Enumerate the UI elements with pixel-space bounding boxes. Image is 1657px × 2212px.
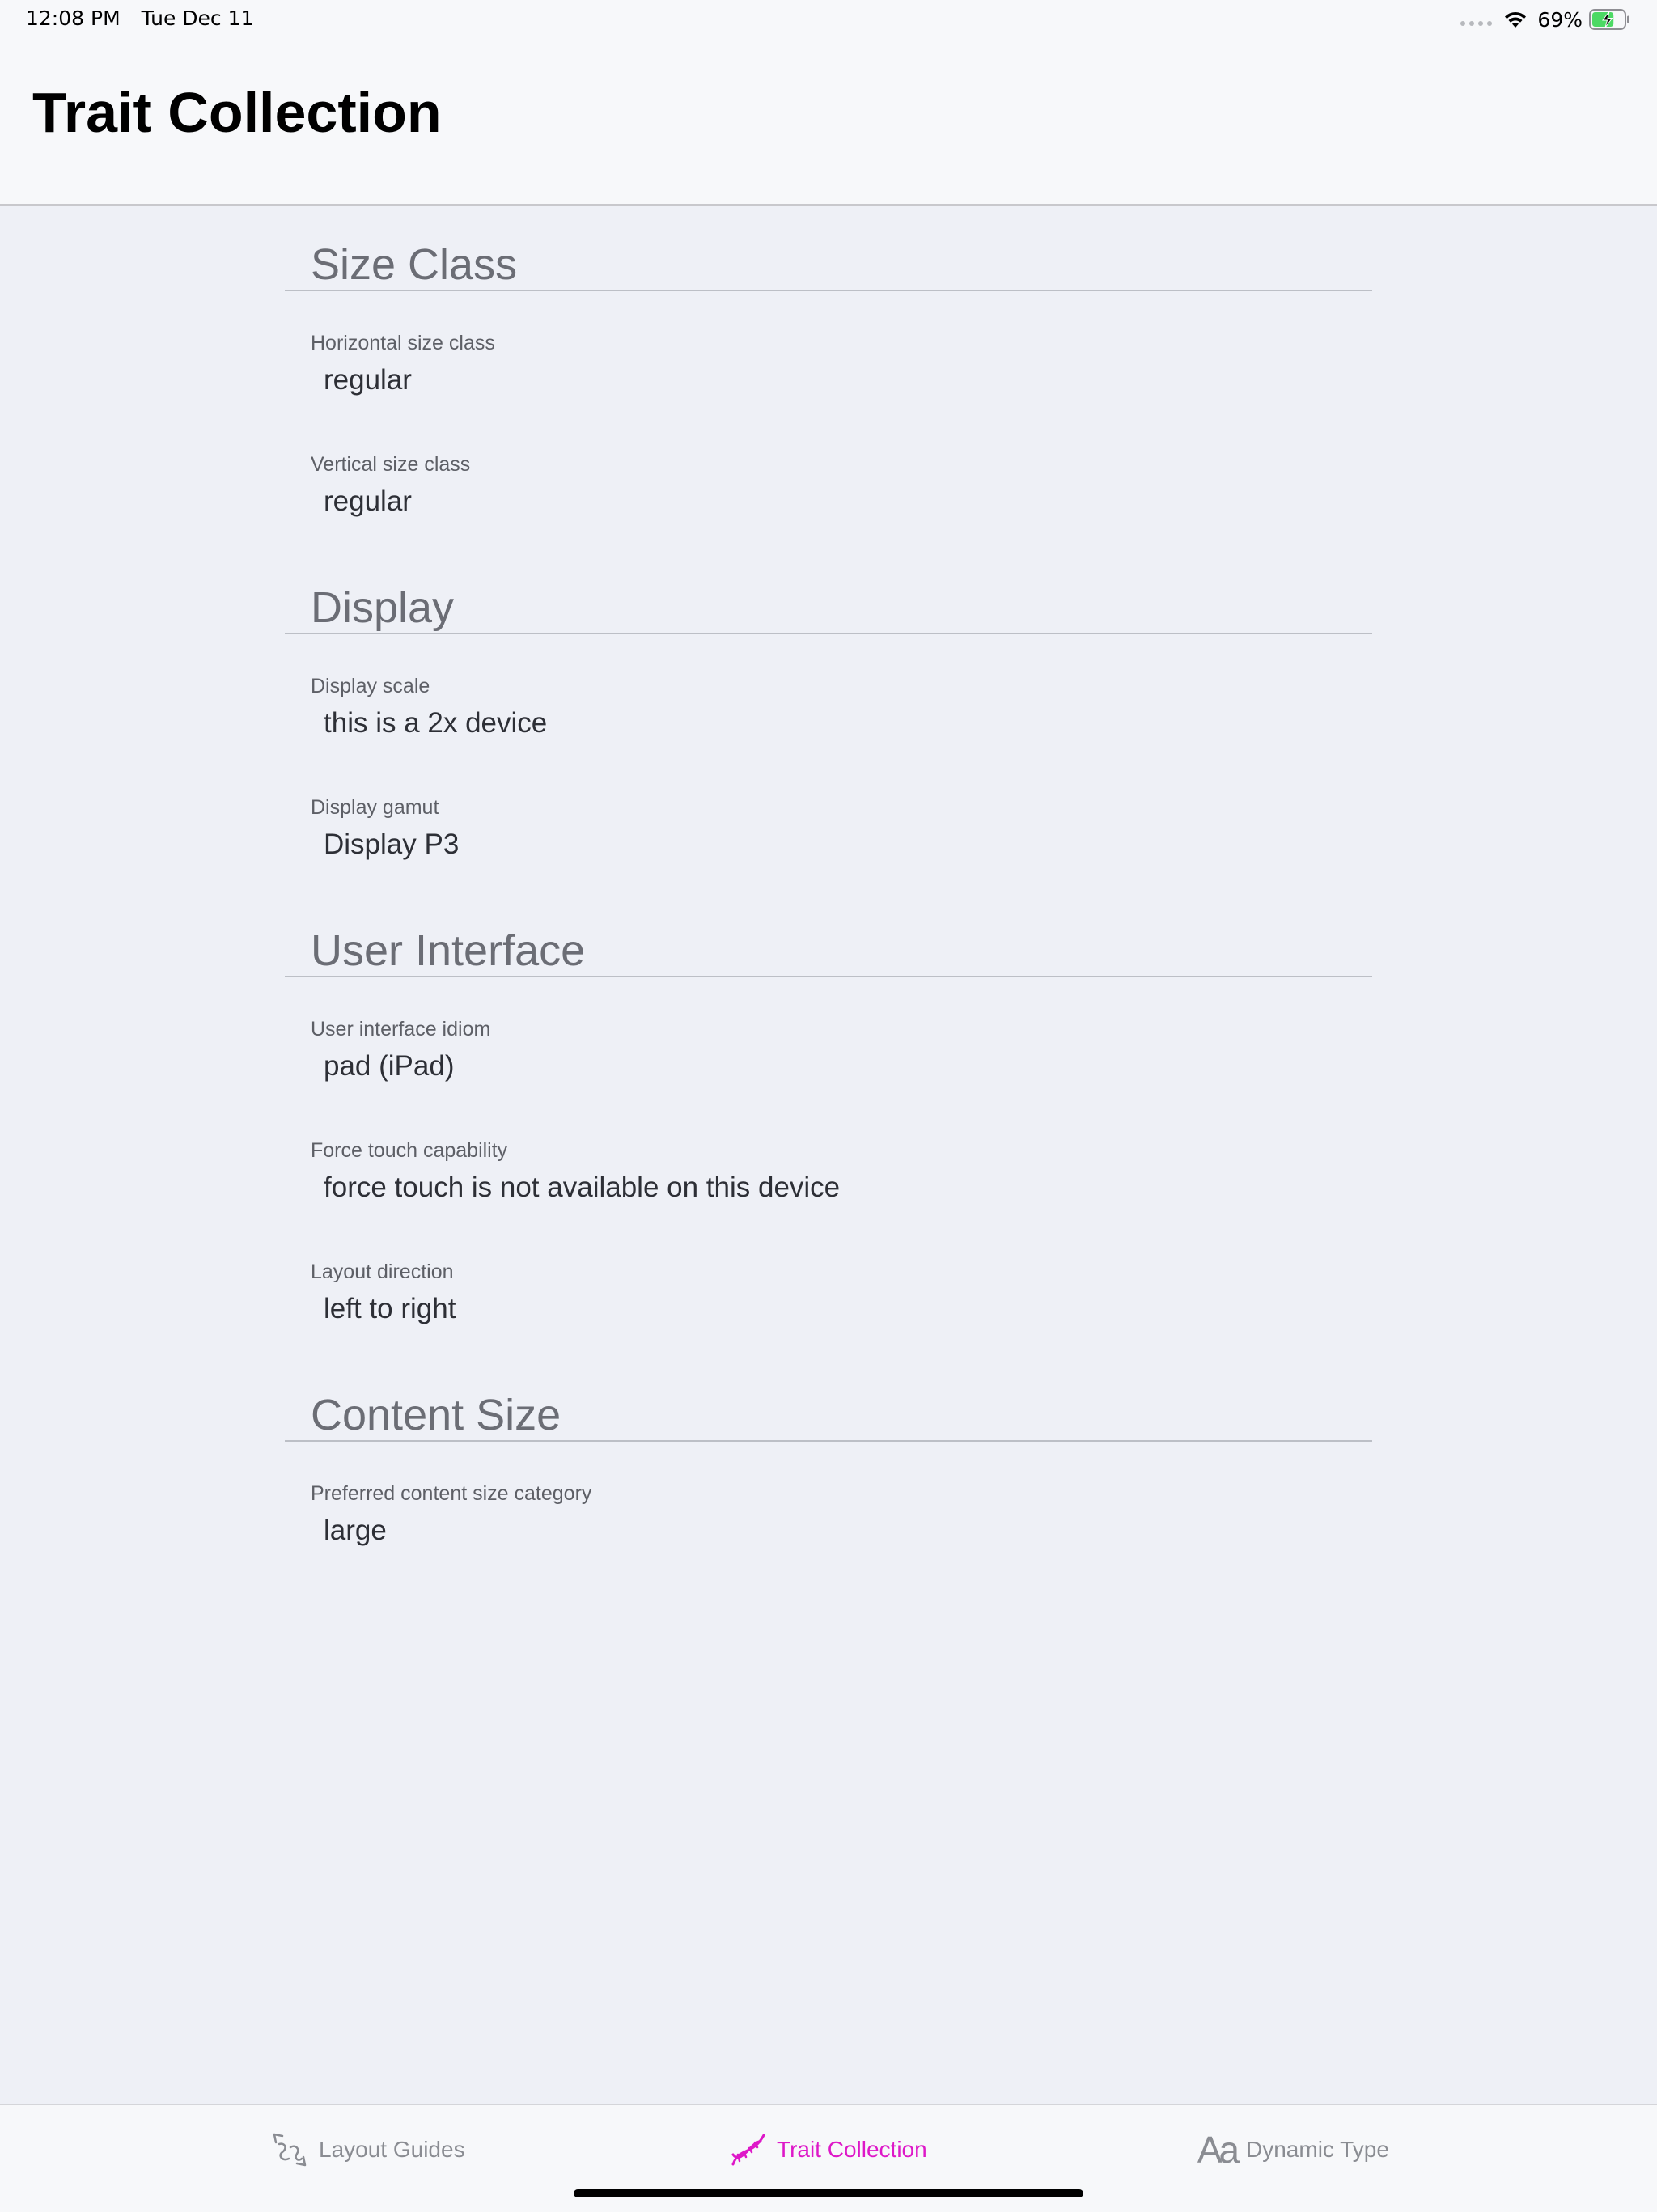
status-bar: 12:08 PM Tue Dec 11 69%: [0, 0, 1657, 40]
section-display: Display Display scale this is a 2x devic…: [285, 549, 1372, 877]
status-right: 69%: [1460, 6, 1631, 32]
trait-user-interface-idiom: User interface idiom pad (iPad): [285, 977, 1372, 1099]
trait-value: regular: [324, 364, 412, 396]
tab-label: Layout Guides: [319, 2137, 465, 2162]
trait-preferred-content-size-category: Preferred content size category large: [285, 1442, 1372, 1563]
trait-label: Layout direction: [311, 1261, 454, 1283]
trait-horizontal-size-class: Horizontal size class regular: [285, 291, 1372, 413]
trait-label: User interface idiom: [311, 1018, 491, 1040]
trait-force-touch-capability: Force touch capability force touch is no…: [285, 1099, 1372, 1220]
trait-value: force touch is not available on this dev…: [324, 1172, 841, 1203]
section-title: Content Size: [311, 1391, 562, 1439]
trait-list: Size Class Horizontal size class regular…: [285, 206, 1372, 1563]
wifi-icon: [1505, 11, 1527, 28]
status-time: 12:08 PM: [26, 6, 121, 30]
trait-label: Display gamut: [311, 796, 439, 819]
section-content-size: Content Size Preferred content size cate…: [285, 1356, 1372, 1563]
trait-label: Force touch capability: [311, 1139, 508, 1162]
layout-guides-icon: [270, 2130, 309, 2169]
tab-label: Trait Collection: [777, 2137, 927, 2162]
trait-vertical-size-class: Vertical size class regular: [285, 413, 1372, 534]
battery-charging-icon: [1589, 9, 1629, 30]
trait-display-scale: Display scale this is a 2x device: [285, 634, 1372, 756]
section-header: User Interface: [285, 892, 1372, 977]
trait-layout-direction: Layout direction left to right: [285, 1220, 1372, 1341]
battery-percent: 69%: [1537, 7, 1583, 32]
status-left: 12:08 PM Tue Dec 11: [26, 6, 253, 30]
section-size-class: Size Class Horizontal size class regular…: [285, 206, 1372, 534]
section-title: User Interface: [311, 926, 586, 975]
section-header: Display: [285, 549, 1372, 634]
dynamic-type-icon: Aa: [1197, 2129, 1240, 2171]
trait-value: this is a 2x device: [324, 707, 548, 739]
trait-value: large: [324, 1515, 387, 1546]
section-title: Display: [311, 583, 455, 632]
trait-label: Preferred content size category: [311, 1482, 592, 1505]
trait-label: Horizontal size class: [311, 332, 495, 354]
tab-trait-collection[interactable]: Trait Collection: [728, 2129, 927, 2170]
section-header: Content Size: [285, 1356, 1372, 1442]
status-date: Tue Dec 11: [141, 6, 254, 30]
trait-value: Display P3: [324, 828, 460, 860]
signal-dots-icon: [1460, 21, 1493, 26]
section-header: Size Class: [285, 206, 1372, 291]
tab-dynamic-type[interactable]: Aa Dynamic Type: [1197, 2129, 1389, 2170]
trait-value: pad (iPad): [324, 1050, 455, 1082]
trait-value: regular: [324, 485, 412, 517]
page-title: Trait Collection: [32, 81, 442, 144]
dynamic-type-glyph: Aa: [1197, 2129, 1240, 2171]
section-user-interface: User Interface User interface idiom pad …: [285, 892, 1372, 1341]
home-indicator[interactable]: [574, 2189, 1083, 2197]
trait-value: left to right: [324, 1293, 456, 1324]
trait-label: Display scale: [311, 675, 430, 697]
tab-layout-guides[interactable]: Layout Guides: [270, 2129, 465, 2170]
section-title: Size Class: [311, 240, 518, 289]
trait-display-gamut: Display gamut Display P3: [285, 756, 1372, 877]
trait-label: Vertical size class: [311, 453, 471, 476]
tab-label: Dynamic Type: [1246, 2137, 1389, 2162]
dna-icon: [728, 2130, 767, 2169]
